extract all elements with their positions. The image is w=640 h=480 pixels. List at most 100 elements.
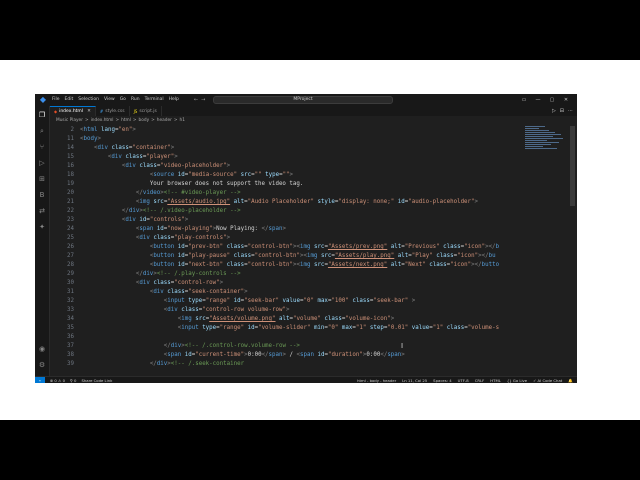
code-line[interactable]: 32 <input type="range" id="seek-bar" val… (50, 297, 555, 306)
run-icon[interactable]: ▷ (552, 108, 556, 114)
line-number: 24 (67, 226, 74, 232)
tab-style-css[interactable]: # style.css (95, 106, 130, 116)
go-live-button[interactable]: {} Go Live (507, 378, 527, 383)
copilot-icon[interactable]: ✦ (37, 222, 47, 232)
editor-tabs: ◆ index.html ✕ # style.css JS script.js (50, 106, 577, 116)
breadcrumb-file[interactable]: index.html (91, 118, 114, 123)
code-line[interactable]: 28 <button id="next-btn" class="control-… (50, 261, 555, 270)
line-number: 38 (67, 352, 74, 358)
ai-code-chat-button[interactable]: ✓ AI Code Chat (533, 378, 562, 383)
code-line[interactable]: 36 (50, 333, 555, 342)
code-line[interactable]: 21 <img src="Assets/audio.jpg" alt="Audi… (50, 198, 555, 207)
menu-selection[interactable]: Selection (78, 94, 99, 106)
vertical-scrollbar[interactable] (570, 126, 575, 206)
code-text: <html lang="en"> (80, 127, 136, 133)
encoding[interactable]: UTF-8 (458, 378, 469, 383)
code-line[interactable]: 23 <div id="controls"> (50, 216, 555, 225)
code-line[interactable]: 2 <html lang="en"> (50, 126, 555, 135)
notifications-bell-icon[interactable]: 🔔 (568, 378, 573, 383)
tab-script-js[interactable]: JS script.js (129, 106, 162, 116)
explorer-icon[interactable]: ❐ (37, 110, 47, 120)
indentation[interactable]: Spaces: 4 (433, 378, 451, 383)
ports-count[interactable]: ⚲ 0 (70, 378, 76, 383)
run-debug-icon[interactable]: ▷ (37, 158, 47, 168)
line-number: 26 (67, 244, 74, 250)
menu-view[interactable]: View (104, 94, 115, 106)
minimap[interactable] (525, 126, 565, 186)
code-line[interactable]: 15 <div class="player"> (50, 153, 555, 162)
extensions-icon[interactable]: ⊞ (37, 174, 47, 184)
close-tab-icon[interactable]: ✕ (87, 109, 91, 114)
source-control-icon[interactable]: ⑂ (37, 142, 47, 152)
code-text: </div><!-- /.seek-container (149, 361, 245, 367)
code-line[interactable]: 14 <div class="container"> (50, 144, 555, 153)
command-center-search[interactable]: MProject (213, 96, 393, 104)
breadcrumb-header[interactable]: header (157, 118, 172, 123)
menu-terminal[interactable]: Terminal (145, 94, 164, 106)
line-number: 14 (67, 145, 74, 151)
line-number: 32 (67, 298, 74, 304)
breadcrumb: Music Player > index.html > html > body … (50, 117, 187, 124)
remote-indicator-icon[interactable]: ⌁ (35, 376, 45, 383)
code-line[interactable]: 38 <span id="current-time">0:00</span> /… (50, 351, 555, 360)
menu-bar: File Edit Selection View Go Run Terminal… (52, 94, 184, 106)
breadcrumb-separator: > (151, 118, 155, 123)
breadcrumb-separator: > (173, 118, 178, 123)
maximize-button[interactable]: ▢ (545, 94, 559, 106)
share-code-link[interactable]: Share Code Link (81, 378, 112, 383)
tab-index-html[interactable]: ◆ index.html ✕ (50, 106, 96, 116)
breadcrumb-body[interactable]: body (139, 118, 150, 123)
code-line[interactable]: 20 </video><!-- #video-player --> (50, 189, 555, 198)
menu-edit[interactable]: Edit (65, 94, 74, 106)
code-line[interactable]: 11 <body> (50, 135, 555, 144)
code-line[interactable]: 39 </div><!-- /.seek-container (50, 360, 555, 369)
line-number: 15 (67, 154, 74, 160)
search-icon[interactable]: ⌕ (37, 126, 47, 136)
breadcrumb-html[interactable]: html (121, 118, 131, 123)
code-line[interactable]: 30 <div class="control-row"> (50, 279, 555, 288)
status-breadcrumb[interactable]: html - body - header (357, 378, 396, 383)
language-mode[interactable]: HTML (490, 378, 501, 383)
vscode-window: ◆ File Edit Selection View Go Run Termin… (35, 94, 577, 383)
code-line[interactable]: 16 <div class="video-placeholder"> (50, 162, 555, 171)
more-actions-icon[interactable]: ⋯ (568, 108, 573, 114)
code-line[interactable]: 26 <button id="prev-btn" class="control-… (50, 243, 555, 252)
code-text: <input type="range" id="seek-bar" value=… (163, 298, 416, 304)
code-editor[interactable]: 2 <html lang="en"> 11 <body> 14 <div class… (50, 126, 555, 369)
code-line[interactable]: 29 </div><!-- /.play-controls --> (50, 270, 555, 279)
live-share-icon[interactable]: ⇄ (37, 206, 47, 216)
problems-count[interactable]: ⊗ 0 ⚠ 0 (50, 378, 65, 383)
code-line[interactable]: 31 <div class="seek-container"> (50, 288, 555, 297)
menu-file[interactable]: File (52, 94, 60, 106)
nav-forward-icon[interactable]: → (201, 97, 205, 103)
account-icon[interactable]: ◉ (37, 344, 47, 354)
code-text: <img src="Assets/volume.png" alt="volume… (177, 316, 395, 322)
split-editor-icon[interactable]: ⊟ (560, 108, 564, 114)
code-line[interactable]: 34 <img src="Assets/volume.png" alt="vol… (50, 315, 555, 324)
close-window-button[interactable]: ✕ (559, 94, 573, 106)
code-line[interactable]: 19 Your browser does not support the vid… (50, 180, 555, 189)
menu-run[interactable]: Run (131, 94, 140, 106)
minimize-button[interactable]: — (531, 94, 545, 106)
menu-help[interactable]: Help (169, 94, 179, 106)
code-line[interactable]: 25 <div class="play-controls"> (50, 234, 555, 243)
breadcrumb-folder[interactable]: Music Player (56, 118, 83, 123)
nav-back-icon[interactable]: ← (194, 97, 198, 103)
code-text: </div><!-- /.control-row.volume-row --> (163, 343, 300, 349)
cursor-position[interactable]: Ln 11, Col 25 (402, 378, 427, 383)
code-line[interactable]: 24 <span id="now-playing">Now Playing: <… (50, 225, 555, 234)
code-text: <button id="next-btn" class="control-btn… (149, 262, 500, 268)
code-line[interactable]: 37 </div><!-- /.control-row.volume-row -… (50, 342, 555, 351)
code-line[interactable]: 27 <button id="play-pause" class="contro… (50, 252, 555, 261)
menu-go[interactable]: Go (120, 94, 126, 106)
settings-gear-icon[interactable]: ⚙ (37, 360, 47, 370)
editor-actions: ▷ ⊟ ⋯ (548, 106, 573, 116)
layout-toggle-icon[interactable]: ▭ (517, 94, 531, 106)
bootstrap-icon[interactable]: B (37, 190, 47, 200)
line-ending[interactable]: CRLF (475, 378, 485, 383)
code-line[interactable]: 33 <div class="control-row volume-row"> (50, 306, 555, 315)
breadcrumb-h1[interactable]: h1 (180, 118, 185, 123)
code-line[interactable]: 18 <source id="media-source" src="" type… (50, 171, 555, 180)
code-line[interactable]: 35 <input type="range" id="volume-slider… (50, 324, 555, 333)
code-line[interactable]: 22 </div><!-- /.video-placeholder --> (50, 207, 555, 216)
